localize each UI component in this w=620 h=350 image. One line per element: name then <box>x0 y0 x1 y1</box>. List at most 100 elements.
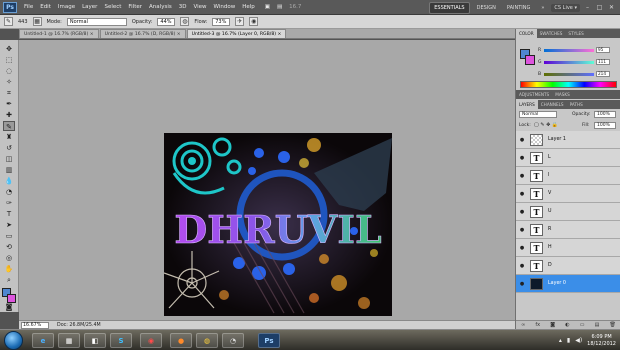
flow-field[interactable]: 73% <box>212 17 231 26</box>
zoom-field[interactable]: 16.67% <box>21 321 49 329</box>
eye-icon[interactable]: ● <box>519 209 525 215</box>
eye-icon[interactable]: ● <box>519 191 525 197</box>
zoom-level-readout[interactable]: 16.7 <box>289 4 301 10</box>
taskbar-ie-icon[interactable]: e <box>32 333 54 348</box>
layer-name[interactable]: L <box>548 155 551 160</box>
layer-name[interactable]: I <box>548 173 549 178</box>
brush-size-label[interactable]: 443 <box>18 19 28 25</box>
menu-help[interactable]: Help <box>242 4 255 10</box>
b-slider[interactable] <box>544 72 594 76</box>
g-slider[interactable] <box>544 60 594 64</box>
airbrush-icon[interactable]: ✈ <box>235 17 245 26</box>
g-value[interactable]: 111 <box>596 59 610 65</box>
r-value[interactable]: 95 <box>596 47 610 53</box>
cs-live-button[interactable]: CS Live ▾ <box>551 4 580 12</box>
menu-layer[interactable]: Layer <box>82 4 97 10</box>
eye-icon[interactable]: ● <box>519 227 525 233</box>
menu-view[interactable]: View <box>193 4 206 10</box>
brush-tool-icon[interactable]: ✎ <box>3 121 15 131</box>
start-button[interactable] <box>4 331 23 350</box>
color-panel-background-swatch[interactable] <box>525 55 535 65</box>
dodge-tool-icon[interactable]: ◔ <box>3 187 15 197</box>
menu-select[interactable]: Select <box>104 4 121 10</box>
layer-row[interactable]: ● T H <box>516 239 620 257</box>
shape-tool-icon[interactable]: ▭ <box>3 231 15 241</box>
tab-color[interactable]: COLOR <box>516 29 537 38</box>
quick-select-tool-icon[interactable]: ✧ <box>3 77 15 87</box>
3d-rotate-tool-icon[interactable]: ⟲ <box>3 242 15 252</box>
taskbar-explorer-icon[interactable]: ◧ <box>84 333 106 348</box>
clock[interactable]: 6:09 PM 18/12/2012 <box>587 334 616 348</box>
taskbar-app-icon[interactable]: ◔ <box>222 333 244 348</box>
menu-analysis[interactable]: Analysis <box>149 4 172 10</box>
eye-icon[interactable]: ● <box>519 155 525 161</box>
layer-opacity-field[interactable]: 100% <box>594 111 616 118</box>
layer-name[interactable]: Layer 1 <box>548 137 566 142</box>
quick-mask-icon[interactable]: ◙ <box>3 302 15 312</box>
taskbar-photoshop-icon[interactable]: Ps <box>258 333 280 348</box>
menu-filter[interactable]: Filter <box>128 4 142 10</box>
canvas-area[interactable]: DHRUVIL <box>19 40 515 320</box>
workspace-more-button[interactable]: » <box>537 3 548 13</box>
mode-select[interactable]: Normal <box>66 17 127 26</box>
marquee-tool-icon[interactable]: ⬚ <box>3 55 15 65</box>
layer-name[interactable]: Layer 0 <box>548 281 566 286</box>
layer-row[interactable]: ● T L <box>516 149 620 167</box>
eraser-tool-icon[interactable]: ◫ <box>3 154 15 164</box>
brush-tool-preset-icon[interactable]: ✎ <box>4 17 13 26</box>
menu-file[interactable]: File <box>24 4 33 10</box>
layer-name[interactable]: U <box>548 209 552 214</box>
taskbar-opera-icon[interactable]: ◉ <box>140 333 162 348</box>
zoom-tool-icon[interactable]: ⌕ <box>3 275 15 285</box>
tab-adjustments[interactable]: ADJUSTMENTS <box>516 90 552 99</box>
delete-layer-icon[interactable]: 🗑 <box>610 322 616 328</box>
new-layer-icon[interactable]: ▤ <box>595 322 600 328</box>
blend-mode-select[interactable]: Normal <box>519 111 557 118</box>
tab-untitled-1[interactable]: Untitled-1 @ 16.7% (RGB/8) × <box>19 29 99 38</box>
adjustment-layer-icon[interactable]: ◐ <box>565 322 569 328</box>
lock-icons[interactable]: ▢ ✎ ✥ 🔒 <box>534 122 558 128</box>
pressure-opacity-icon[interactable]: ◍ <box>180 17 190 26</box>
color-spectrum-bar[interactable] <box>520 81 617 88</box>
new-group-icon[interactable]: ▭ <box>580 322 585 328</box>
tab-untitled-3[interactable]: Untitled-3 @ 16.7% (Layer 0, RGB/8) × <box>186 29 287 38</box>
3d-orbit-tool-icon[interactable]: ◎ <box>3 253 15 263</box>
brush-panel-toggle-icon[interactable]: ▦ <box>32 17 42 26</box>
layer-name[interactable]: R <box>548 227 551 232</box>
opacity-field[interactable]: 44% <box>157 17 176 26</box>
lasso-tool-icon[interactable]: ◌ <box>3 66 15 76</box>
photoshop-logo[interactable]: Ps <box>3 1 17 13</box>
menu-window[interactable]: Window <box>214 4 236 10</box>
layer-name[interactable]: V <box>548 191 551 196</box>
gradient-tool-icon[interactable]: ▥ <box>3 165 15 175</box>
menu-3d[interactable]: 3D <box>179 4 187 10</box>
layer-row[interactable]: ● T R <box>516 221 620 239</box>
layer-row[interactable]: ● Layer 1 <box>516 131 620 149</box>
eye-icon[interactable]: ● <box>519 173 525 179</box>
workspace-essentials-button[interactable]: ESSENTIALS <box>429 2 470 14</box>
tab-channels[interactable]: CHANNELS <box>538 100 567 109</box>
mini-bridge-icon[interactable]: ▤ <box>277 4 282 10</box>
tab-swatches[interactable]: SWATCHES <box>537 29 566 38</box>
tab-layers[interactable]: LAYERS <box>516 100 538 109</box>
pen-tool-icon[interactable]: ✑ <box>3 198 15 208</box>
menu-edit[interactable]: Edit <box>40 4 51 10</box>
move-tool-icon[interactable]: ✥ <box>3 44 15 54</box>
b-value[interactable]: 214 <box>596 71 610 77</box>
eye-icon[interactable]: ● <box>519 281 525 287</box>
layer-row-selected[interactable]: ● Layer 0 <box>516 275 620 293</box>
path-select-tool-icon[interactable]: ➤ <box>3 220 15 230</box>
blur-tool-icon[interactable]: 💧 <box>3 176 15 186</box>
menu-image[interactable]: Image <box>58 4 75 10</box>
r-slider[interactable] <box>544 48 594 52</box>
history-brush-tool-icon[interactable]: ↺ <box>3 143 15 153</box>
taskbar-skype-icon[interactable]: S <box>110 333 132 348</box>
doc-size-info[interactable]: Doc: 26.8M/25.4M <box>57 323 101 328</box>
link-layers-icon[interactable]: ∞ <box>521 322 525 328</box>
add-mask-icon[interactable]: ◙ <box>550 322 555 328</box>
tab-masks[interactable]: MASKS <box>552 90 573 99</box>
eyedropper-tool-icon[interactable]: ✒ <box>3 99 15 109</box>
close-icon[interactable]: ✕ <box>607 4 616 12</box>
tab-paths[interactable]: PATHS <box>567 100 586 109</box>
eye-icon[interactable]: ● <box>519 137 525 143</box>
